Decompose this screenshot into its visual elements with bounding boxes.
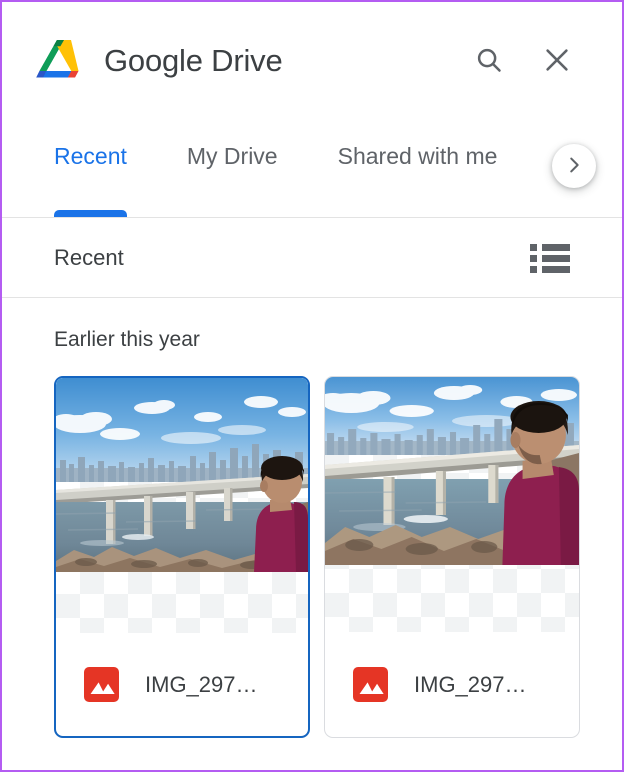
section-title: Earlier this year bbox=[54, 328, 200, 351]
photo-preview bbox=[325, 377, 579, 565]
list-view-toggle-button[interactable] bbox=[530, 242, 570, 274]
image-file-icon bbox=[353, 667, 388, 702]
header-actions bbox=[472, 44, 598, 78]
file-thumbnail bbox=[325, 377, 579, 632]
tab-my-drive[interactable]: My Drive bbox=[187, 120, 278, 217]
file-name: IMG_297… bbox=[414, 671, 527, 697]
file-card-footer: IMG_297… bbox=[56, 633, 308, 736]
list-view-icon bbox=[530, 243, 570, 273]
search-button[interactable] bbox=[472, 44, 506, 78]
tab-bar: Recent My Drive Shared with me bbox=[2, 120, 622, 218]
file-card[interactable]: IMG_297… bbox=[324, 376, 580, 738]
close-icon bbox=[542, 45, 572, 78]
active-tab-indicator bbox=[54, 210, 127, 217]
tab-list: Recent My Drive Shared with me bbox=[2, 120, 622, 217]
image-file-icon bbox=[84, 667, 119, 702]
tab-recent-label: Recent bbox=[54, 143, 127, 169]
file-name: IMG_297… bbox=[145, 671, 258, 697]
file-card-grid: IMG_297… IMG_297… bbox=[54, 376, 580, 738]
file-thumbnail bbox=[56, 378, 308, 633]
close-button[interactable] bbox=[540, 44, 574, 78]
file-browser-content: Earlier this year IMG_297… IMG_297… bbox=[2, 298, 622, 770]
search-icon bbox=[474, 45, 504, 78]
tab-shared-with-me-label: Shared with me bbox=[337, 143, 498, 169]
app-header: Google Drive bbox=[2, 2, 622, 120]
google-drive-picker-window: Google Drive Recent My Drive Shared with… bbox=[0, 0, 624, 772]
tab-shared-with-me[interactable]: Shared with me bbox=[338, 120, 498, 217]
file-card[interactable]: IMG_297… bbox=[54, 376, 310, 738]
photo-preview bbox=[56, 378, 308, 572]
tab-recent[interactable]: Recent bbox=[54, 120, 127, 217]
file-card-footer: IMG_297… bbox=[325, 632, 579, 737]
content-subheader: Recent bbox=[2, 218, 622, 298]
subheader-title: Recent bbox=[54, 244, 124, 270]
app-title: Google Drive bbox=[104, 43, 283, 78]
google-drive-logo bbox=[32, 38, 82, 84]
chevron-right-icon bbox=[563, 154, 585, 179]
tabs-scroll-next-button[interactable] bbox=[552, 144, 596, 188]
tab-my-drive-label: My Drive bbox=[186, 143, 278, 169]
